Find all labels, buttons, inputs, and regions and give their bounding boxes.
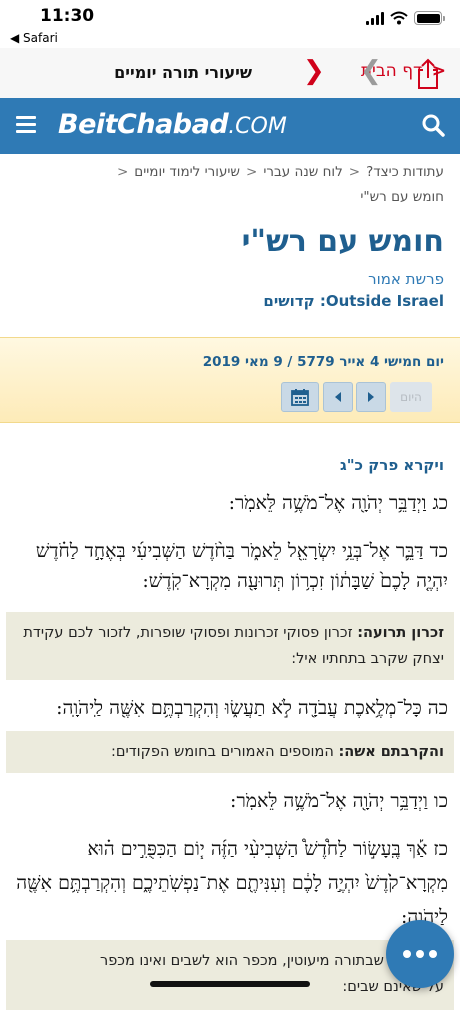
verse-25: כהכָּל־מְלֶ֥אכֶת עֲבֹדָ֖ה לֹ֣א תַעֲשׂ֑וּ… [8, 693, 448, 723]
date-bar: יום חמישי 4 אייר 5779 / 9 מאי 2019 היום [0, 337, 460, 423]
breadcrumb-separator-icon: < [246, 164, 258, 180]
calendar-icon [291, 389, 309, 406]
breadcrumb-separator-icon: < [116, 164, 129, 180]
battery-icon [414, 11, 445, 25]
comment-heading: והקרבתם אשה: [338, 744, 444, 760]
verse-text: אַ֡ךְ בֶּֽעָשׂ֣וֹר לַחֹ֩דֶשׁ֩ הַשְּׁבִיע… [16, 838, 448, 928]
breadcrumb-separator-icon: < [348, 164, 361, 180]
calendar-button[interactable] [281, 382, 319, 412]
today-button[interactable]: היום [390, 382, 432, 412]
dot-icon [429, 950, 437, 958]
search-icon[interactable] [420, 112, 446, 138]
verse-number: כה [427, 697, 448, 719]
logo-main: BeitChabad [58, 109, 229, 140]
date-text: יום חמישי 4 אייר 5779 / 9 מאי 2019 [202, 354, 444, 370]
verse-24: כדדַּבֵּ֛ר אֶל־בְּנֵ֥י יִשְׂרָאֵ֖ל לֵאמֹ… [8, 536, 448, 596]
chapter-heading: ויקרא פרק כ"ג [340, 456, 444, 474]
verse-number: כו [433, 790, 448, 812]
comment-text: המוספים האמורים בחומש הפקודים: [111, 744, 334, 760]
site-logo[interactable]: BeitChabad.COM [58, 109, 287, 140]
breadcrumb-item[interactable]: לוח שנה עברי [263, 164, 342, 180]
logo-suffix: .COM [228, 114, 287, 139]
hamburger-menu-icon[interactable] [16, 116, 36, 134]
nav-back-button[interactable]: ❮ [360, 56, 382, 86]
verse-number: כג [432, 492, 448, 514]
triangle-left-icon [335, 392, 341, 402]
previous-day-button[interactable] [323, 382, 353, 412]
nav-forward-button[interactable]: ❯ [303, 56, 325, 86]
status-time: 11:30 [40, 6, 95, 26]
verse-text: וַיְדַבֵּ֥ר יְהֹוָ֖ה אֶל־מֹשֶׁ֥ה לֵּאמֹֽ… [230, 790, 428, 812]
app-toolbar: < דף הבית שיעורי תורה יומיים ❯ ❮ [0, 48, 460, 98]
verse-23: כגוַיְדַבֵּ֥ר יְהֹוָ֖ה אֶל־מֹשֶׁ֥ה לֵּאמ… [8, 488, 448, 518]
verse-number: כז [433, 838, 448, 860]
chevron-left-icon: ❮ [360, 56, 382, 86]
comment-heading: זכרון תרועה: [357, 625, 444, 641]
rashi-comment-1: זכרון תרועה: זכרון פסוקי זכרונות ופסוקי … [6, 612, 454, 680]
site-header: BeitChabad.COM [0, 98, 460, 154]
page-title: חומש עם רש"י [241, 224, 444, 259]
verse-27: כזאַ֡ךְ בֶּֽעָשׂ֣וֹר לַחֹ֩דֶשׁ֩ הַשְּׁבִ… [8, 832, 448, 934]
toolbar-title: שיעורי תורה יומיים [114, 63, 252, 82]
status-icons [366, 10, 445, 26]
breadcrumb: עתודות כיצד? < לוח שנה עברי < שיעורי לימוד י… [14, 160, 444, 210]
signal-icon [366, 11, 384, 25]
rashi-comment-2: והקרבתם אשה: המוספים האמורים בחומש הפקוד… [6, 731, 454, 773]
status-bar: 11:30 ◀ Safari [0, 0, 460, 48]
breadcrumb-item[interactable]: עתודות כיצד? [366, 164, 444, 180]
verse-26: כווַיְדַבֵּ֥ר יְהֹוָ֖ה אֶל־מֹשֶׁ֥ה לֵּאמ… [8, 786, 448, 816]
verse-text: וַיְדַבֵּ֥ר יְהֹוָ֖ה אֶל־מֹשֶׁ֥ה לֵּאמֹֽ… [228, 492, 427, 514]
verse-number: כד [429, 540, 448, 562]
breadcrumb-item[interactable]: שיעורי לימוד יומיים [134, 164, 240, 180]
verse-text: כָּל־מְלֶ֥אכֶת עֲבֹדָ֖ה לֹ֣א תַעֲשׂ֑וּ ו… [56, 697, 422, 719]
parasha-name[interactable]: פרשת אמור [368, 270, 444, 288]
home-indicator [150, 981, 310, 987]
triangle-right-icon [368, 392, 374, 402]
share-icon[interactable] [414, 58, 442, 90]
more-options-button[interactable] [386, 920, 454, 988]
dot-icon [403, 950, 411, 958]
back-to-safari[interactable]: ◀ Safari [10, 31, 58, 45]
breadcrumb-current: חומש עם רש"י [360, 189, 444, 205]
wifi-icon [390, 11, 408, 25]
location-parasha: Outside Israel: קדושים [263, 292, 444, 310]
next-day-button[interactable] [356, 382, 386, 412]
chevron-right-icon: ❯ [303, 56, 325, 86]
verse-text: דַּבֵּ֛ר אֶל־בְּנֵ֥י יִשְׂרָאֵ֖ל לֵאמֹ֑ר… [35, 540, 448, 592]
dot-icon [416, 950, 424, 958]
